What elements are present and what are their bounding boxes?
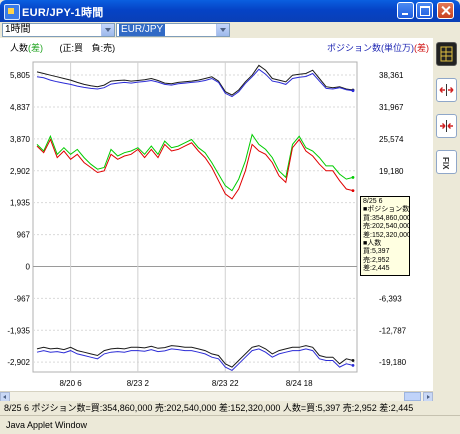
y-right-tick-label: -6,393	[379, 294, 402, 303]
tooltip-line: 差:152,320,000	[363, 231, 410, 239]
y-right-tick-label: 25,574	[379, 135, 404, 144]
left-legend: 人数(差) (正:買 負:売)	[10, 43, 116, 53]
y-right-tick-label: -19,180	[379, 358, 407, 367]
status-bar: 8/25 6 ポジション数=買:354,860,000 売:202,540,00…	[0, 401, 460, 415]
close-button[interactable]	[437, 2, 454, 19]
tooltip-line: 差:2,445	[363, 265, 390, 273]
left-legend-label: 人数	[10, 43, 29, 53]
grid-toggle-button[interactable]	[436, 42, 457, 66]
fix-icon: FIX	[441, 157, 450, 170]
x-tick-label: 8/24 18	[286, 379, 313, 388]
series-end-marker	[351, 176, 355, 179]
y-right-tick-label: 19,180	[379, 167, 404, 176]
compress-arrows-icon	[440, 120, 453, 132]
right-legend-label: ポジション数(単位万)	[326, 43, 414, 53]
series-end-marker	[351, 364, 355, 367]
sign-note: (正:買	[59, 43, 84, 53]
plot-frame	[32, 61, 358, 373]
chevron-down-icon[interactable]	[216, 24, 229, 36]
tooltip-line: 売:2,952	[363, 256, 390, 264]
y-left-tick-label: 1,935	[10, 199, 31, 208]
y-left-tick-label: 2,902	[10, 167, 31, 176]
tooltip-line: 買:354,860,000	[363, 214, 410, 222]
left-legend-badge: 差	[31, 43, 41, 53]
series-line-3	[36, 138, 354, 200]
window-title: EUR/JPY-1時間	[22, 7, 104, 19]
x-tick-label: 8/23 2	[127, 379, 150, 388]
series-end-marker	[351, 189, 355, 193]
period-select[interactable]: 1時間	[2, 23, 115, 37]
app-icon	[4, 4, 20, 20]
y-left-tick-label: 3,870	[10, 135, 31, 144]
maximize-button[interactable]	[416, 2, 433, 19]
currency-pair-select[interactable]: EUR/JPY	[116, 23, 230, 37]
series-end-marker	[351, 359, 355, 362]
chevron-down-icon[interactable]	[101, 24, 114, 36]
y-left-tick-label: -967	[14, 294, 31, 303]
y-left-tick-label: 5,805	[10, 71, 31, 80]
expand-horizontal-button[interactable]	[436, 78, 457, 102]
x-tick-label: 8/20 6	[59, 379, 82, 388]
toolbar: 1時間 EUR/JPY	[0, 22, 460, 38]
series-line-0	[36, 64, 354, 96]
y-right-tick-label: -12,787	[379, 326, 407, 335]
data-tooltip: 8/25 6 ■ポジション数 買:354,860,000 売:202,540,000 差…	[360, 196, 410, 276]
compress-horizontal-button[interactable]	[436, 114, 457, 138]
currency-pair-select-value: EUR/JPY	[119, 24, 166, 36]
x-tick-label: 8/23 22	[212, 379, 239, 388]
tooltip-line: ■ポジション数	[363, 206, 410, 214]
y-left-tick-label: -1,935	[7, 326, 30, 335]
y-left-tick-label: 0	[26, 262, 31, 271]
y-left-tick-label: -2,902	[7, 358, 30, 367]
tooltip-line: 買:5,397	[363, 248, 390, 256]
fix-scale-button[interactable]: FIX	[436, 150, 457, 174]
applet-window-label: Java Applet Window	[0, 415, 460, 433]
scroll-thumb[interactable]	[404, 392, 421, 401]
series-end-marker	[351, 89, 355, 93]
y-right-tick-label: 31,967	[379, 103, 404, 112]
sign-note-2: 負:売)	[91, 43, 116, 53]
title-bar: EUR/JPY-1時間	[0, 0, 460, 22]
right-legend: ポジション数(単位万)(差)	[326, 43, 429, 53]
period-select-value: 1時間	[5, 24, 31, 35]
side-toolbar: FIX	[433, 38, 460, 401]
grid-icon	[440, 46, 453, 62]
chart-panel[interactable]: 5,805 38,361 4,837 31,967 3,870 25,574 2,902 19…	[0, 38, 433, 401]
y-left-tick-label: 967	[17, 231, 31, 240]
minimize-button[interactable]	[397, 2, 414, 19]
tooltip-line: 売:202,540,000	[363, 223, 410, 231]
expand-arrows-icon	[439, 84, 454, 96]
right-legend-badge: 差	[416, 43, 426, 53]
y-right-tick-label: 38,361	[379, 71, 404, 80]
y-left-tick-label: 4,837	[10, 103, 31, 112]
